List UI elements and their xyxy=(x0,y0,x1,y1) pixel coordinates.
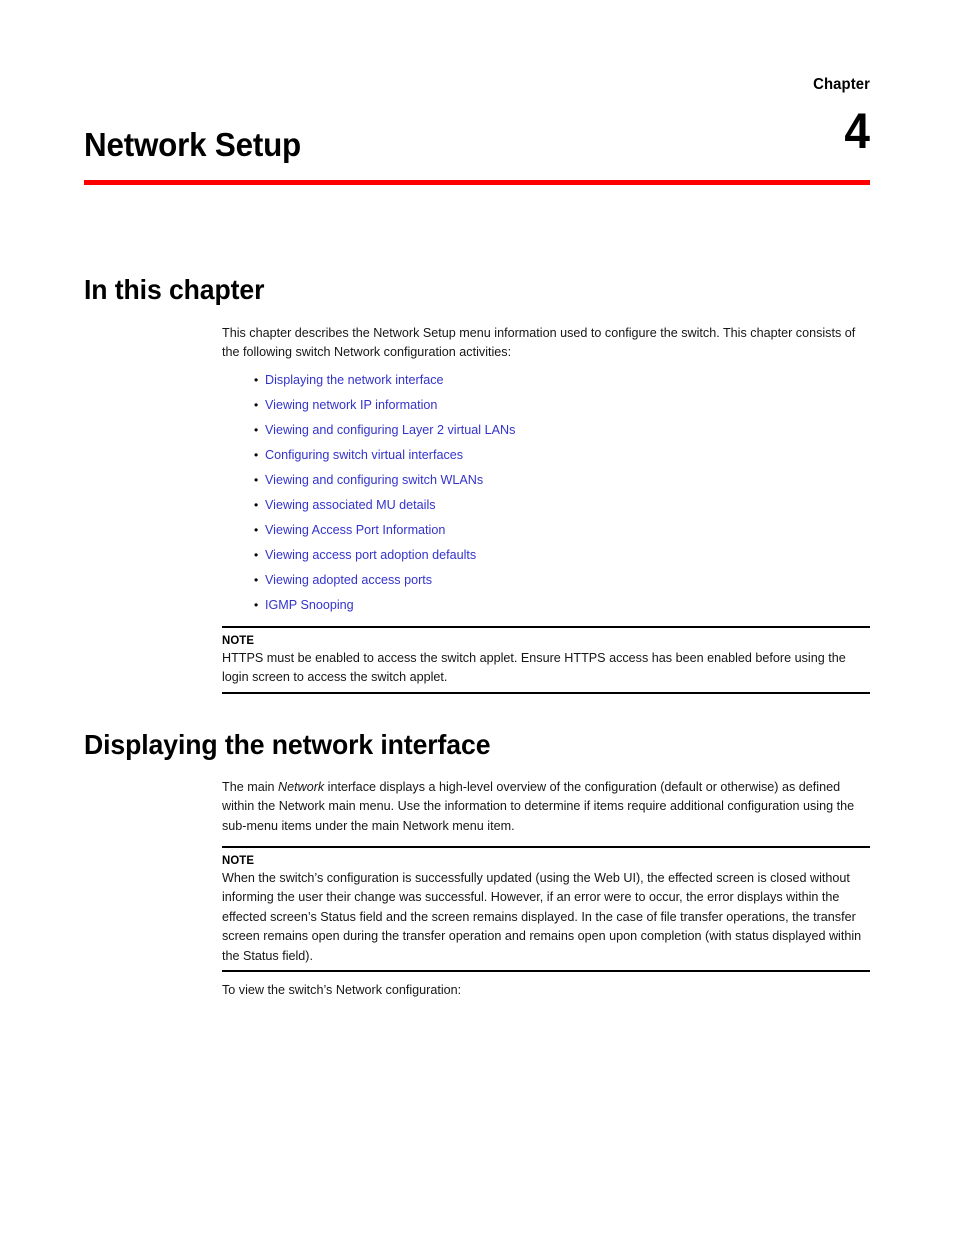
bullet-icon: • xyxy=(254,498,259,512)
link-viewing-and-configuring-switch-wlans[interactable]: Viewing and configuring switch WLANs xyxy=(265,473,483,487)
page-title: Network Setup xyxy=(84,126,302,163)
note-text: When the switch’s configuration is succe… xyxy=(222,871,862,963)
chapter-link-list: • Displaying the network interface • Vie… xyxy=(254,370,854,620)
bullet-icon: • xyxy=(254,373,259,387)
chapter-number: 4 xyxy=(844,103,870,159)
section-heading-displaying-the-network-interface: Displaying the network interface xyxy=(84,729,491,760)
chapter-marker: Chapter 4 xyxy=(670,76,870,158)
link-configuring-switch-virtual-interfaces[interactable]: Configuring switch virtual interfaces xyxy=(265,448,463,462)
list-item[interactable]: • Viewing access port adoption defaults xyxy=(254,545,854,570)
bullet-icon: • xyxy=(254,523,259,537)
link-viewing-and-configuring-layer-2-virtual-lans[interactable]: Viewing and configuring Layer 2 virtual … xyxy=(265,423,515,437)
note-block-https: NOTE HTTPS must be enabled to access the… xyxy=(222,626,870,694)
section-heading-in-this-chapter: In this chapter xyxy=(84,274,265,305)
link-viewing-adopted-access-ports[interactable]: Viewing adopted access ports xyxy=(265,573,432,587)
list-item[interactable]: • IGMP Snooping xyxy=(254,595,854,620)
note-block-webui: NOTE When the switch’s configuration is … xyxy=(222,846,870,973)
list-item[interactable]: • Viewing and configuring Layer 2 virtua… xyxy=(254,420,854,445)
closing-paragraph: To view the switch’s Network configurati… xyxy=(222,983,462,997)
bullet-icon: • xyxy=(254,573,259,587)
displaying-network-interface-paragraph: The main Network interface displays a hi… xyxy=(222,778,870,836)
bullet-icon: • xyxy=(254,398,259,412)
list-item[interactable]: • Viewing Access Port Information xyxy=(254,520,854,545)
list-item[interactable]: • Viewing network IP information xyxy=(254,395,854,420)
paragraph-text-part1: The main xyxy=(222,780,278,794)
list-item[interactable]: • Viewing adopted access ports xyxy=(254,570,854,595)
document-page: Chapter 4 Network Setup In this chapter … xyxy=(0,0,954,1235)
paragraph-emphasis-network: Network xyxy=(278,780,325,794)
link-displaying-the-network-interface[interactable]: Displaying the network interface xyxy=(265,373,444,387)
list-item[interactable]: • Viewing and configuring switch WLANs xyxy=(254,470,854,495)
link-viewing-access-port-information[interactable]: Viewing Access Port Information xyxy=(265,523,445,537)
link-viewing-associated-mu-details[interactable]: Viewing associated MU details xyxy=(265,498,436,512)
bullet-icon: • xyxy=(254,448,259,462)
chapter-divider-rule xyxy=(84,180,870,185)
chapter-label: Chapter xyxy=(813,76,870,93)
link-viewing-network-ip-information[interactable]: Viewing network IP information xyxy=(265,398,437,412)
link-igmp-snooping[interactable]: IGMP Snooping xyxy=(265,598,354,612)
bullet-icon: • xyxy=(254,423,259,437)
list-item[interactable]: • Displaying the network interface xyxy=(254,370,854,395)
note-label: NOTE xyxy=(222,853,255,867)
intro-paragraph: This chapter describes the Network Setup… xyxy=(222,326,856,360)
link-viewing-access-port-adoption-defaults[interactable]: Viewing access port adoption defaults xyxy=(265,548,476,562)
bullet-icon: • xyxy=(254,473,259,487)
note-label: NOTE xyxy=(222,633,255,647)
bullet-icon: • xyxy=(254,548,259,562)
list-item[interactable]: • Configuring switch virtual interfaces xyxy=(254,445,854,470)
bullet-icon: • xyxy=(254,598,259,612)
note-text: HTTPS must be enabled to access the swit… xyxy=(222,651,846,685)
list-item[interactable]: • Viewing associated MU details xyxy=(254,495,854,520)
